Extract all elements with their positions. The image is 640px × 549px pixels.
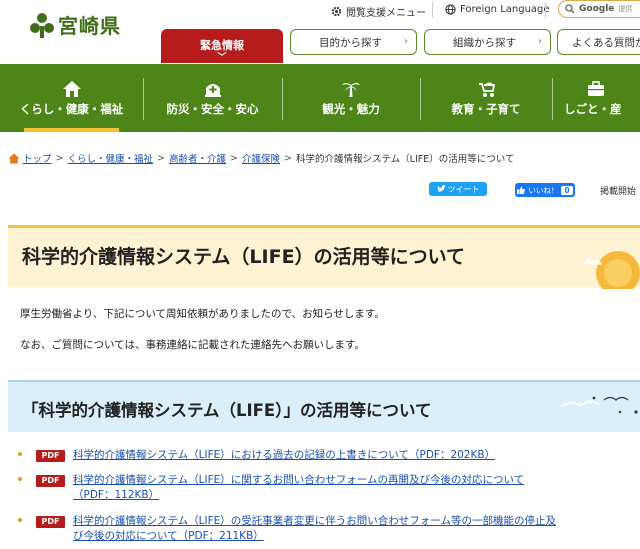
briefcase-icon: [588, 81, 604, 96]
faq-label: よくある質問から: [572, 36, 640, 49]
list-item: PDF 科学的介護情報システム（LIFE）の受託事業者変更に伴うお問い合わせフォ…: [18, 514, 640, 546]
nav-label: 教育・子育て: [451, 102, 521, 116]
google-provided-label: 提供: [618, 5, 633, 13]
accessibility-menu-label: 閲覧支援メニュー: [346, 8, 426, 19]
foreign-language-link[interactable]: Foreign Language: [445, 4, 550, 15]
home-icon: [8, 153, 20, 163]
breadcrumb-link-living[interactable]: くらし・健康・福祉: [67, 151, 153, 165]
like-label: いいね！: [528, 185, 559, 195]
bird-decoration-icon: [561, 396, 638, 414]
tweet-label: ツイート: [447, 184, 480, 194]
palm-tree-icon: [342, 83, 360, 97]
like-count: 0: [561, 185, 573, 195]
global-nav: くらし・健康・福祉 防災・安全・安心 観光・魅力 教育・子育て しごと・産: [0, 64, 640, 132]
list-item: PDF 科学的介護情報システム（LIFE）における過去の記録の上書きについて（P…: [18, 448, 640, 466]
foreign-language-label: Foreign Language: [460, 4, 550, 15]
intro-paragraph: 厚生労働省より、下記について周知依頼がありましたので、お知らせします。: [20, 308, 385, 320]
nav-label: 観光・魅力: [322, 102, 380, 116]
emergency-label: 緊急情報: [200, 39, 244, 52]
pdf-badge: PDF: [36, 475, 65, 487]
page-title-box: 科学的介護情報システム（LIFE）の活用等について: [8, 225, 640, 287]
nav-item-work-industry[interactable]: しごと・産: [552, 64, 640, 132]
sun-decoration-icon: [584, 251, 640, 289]
pdf-badge: PDF: [36, 450, 65, 462]
list-bullet: [18, 477, 22, 481]
breadcrumb-separator: >: [157, 152, 165, 164]
miyazaki-emblem-icon: [30, 12, 54, 38]
breadcrumb-link-elderly-care[interactable]: 高齢者・介護: [169, 151, 226, 165]
ambulance-icon: [204, 84, 221, 97]
util-divider: [432, 2, 433, 18]
breadcrumb: トップ > くらし・健康・福祉 > 高齢者・介護 > 介護保険 > 科学的介護情…: [8, 151, 514, 165]
gear-icon: [331, 6, 342, 17]
document-link-continued[interactable]: （PDF：112KB）: [73, 488, 633, 503]
chevron-down-icon: ﹀: [217, 53, 227, 63]
stroller-icon: [479, 82, 496, 97]
google-label: Google: [579, 4, 615, 14]
accessibility-menu-link[interactable]: 閲覧支援メニュー: [331, 4, 426, 19]
google-search-box[interactable]: Google 提供: [558, 0, 640, 18]
util-divider: [545, 2, 546, 18]
twitter-bird-icon: [436, 185, 446, 192]
document-link-continued[interactable]: び今後の対応について（PDF：211KB）: [73, 529, 633, 544]
globe-icon: [445, 4, 456, 15]
find-by-purpose-label: 目的から探す: [319, 36, 382, 49]
site-name: 宮崎県: [58, 14, 121, 38]
document-link[interactable]: 科学的介護情報システム（LIFE）に関するお問い合わせフォームの再開及び今後の対…: [73, 473, 633, 488]
nav-item-living-health-welfare[interactable]: くらし・健康・福祉: [0, 64, 143, 132]
find-by-purpose-button[interactable]: 目的から探す ›: [290, 29, 417, 55]
site-logo[interactable]: 宮崎県: [30, 10, 121, 39]
breadcrumb-current: 科学的介護情報システム（LIFE）の活用等について: [295, 154, 515, 165]
breadcrumb-link-care-insurance[interactable]: 介護保険: [242, 151, 280, 165]
list-bullet: [18, 452, 22, 456]
nav-item-education-childcare[interactable]: 教育・子育て: [420, 64, 552, 132]
chevron-right-icon: ›: [538, 36, 542, 47]
house-icon: [62, 81, 81, 97]
tweet-button[interactable]: ツイート: [429, 182, 487, 196]
publication-date-label: 掲載開始: [600, 187, 637, 197]
nav-label: くらし・健康・福祉: [19, 102, 124, 116]
thumbs-up-icon: [517, 186, 526, 194]
document-link[interactable]: 科学的介護情報システム（LIFE）の受託事業者変更に伴うお問い合わせフォーム等の…: [73, 514, 633, 529]
nav-label: しごと・産: [564, 102, 622, 116]
nav-item-disaster-safety[interactable]: 防災・安全・安心: [143, 64, 282, 132]
intro-paragraph: なお、ご質問については、事務連絡に記載された連絡先へお願いします。: [20, 339, 365, 351]
section-heading: 「科学的介護情報システム（LIFE）」の活用等について: [22, 401, 432, 420]
chevron-right-icon: ›: [404, 36, 408, 47]
emergency-info-button[interactable]: 緊急情報 ﹀: [161, 29, 283, 63]
section-heading-box: 「科学的介護情報システム（LIFE）」の活用等について: [8, 380, 640, 432]
facebook-like-button[interactable]: いいね！ 0: [515, 183, 575, 197]
faq-button[interactable]: よくある質問から: [557, 29, 640, 55]
search-icon: [565, 4, 575, 14]
nav-item-tourism-attractions[interactable]: 観光・魅力: [282, 64, 420, 132]
breadcrumb-separator: >: [229, 152, 238, 164]
breadcrumb-separator: >: [283, 152, 292, 164]
nav-label: 防災・安全・安心: [166, 102, 259, 116]
breadcrumb-separator: >: [55, 152, 64, 164]
list-item: PDF 科学的介護情報システム（LIFE）に関するお問い合わせフォームの再開及び…: [18, 473, 640, 505]
find-by-organization-button[interactable]: 組織から探す ›: [424, 29, 551, 55]
pdf-badge: PDF: [36, 516, 65, 528]
breadcrumb-link-top[interactable]: トップ: [23, 151, 52, 165]
document-link[interactable]: 科学的介護情報システム（LIFE）における過去の記録の上書きについて（PDF：2…: [73, 448, 633, 463]
page-title: 科学的介護情報システム（LIFE）の活用等について: [22, 246, 465, 268]
list-bullet: [18, 518, 22, 522]
find-by-organization-label: 組織から探す: [453, 36, 516, 49]
